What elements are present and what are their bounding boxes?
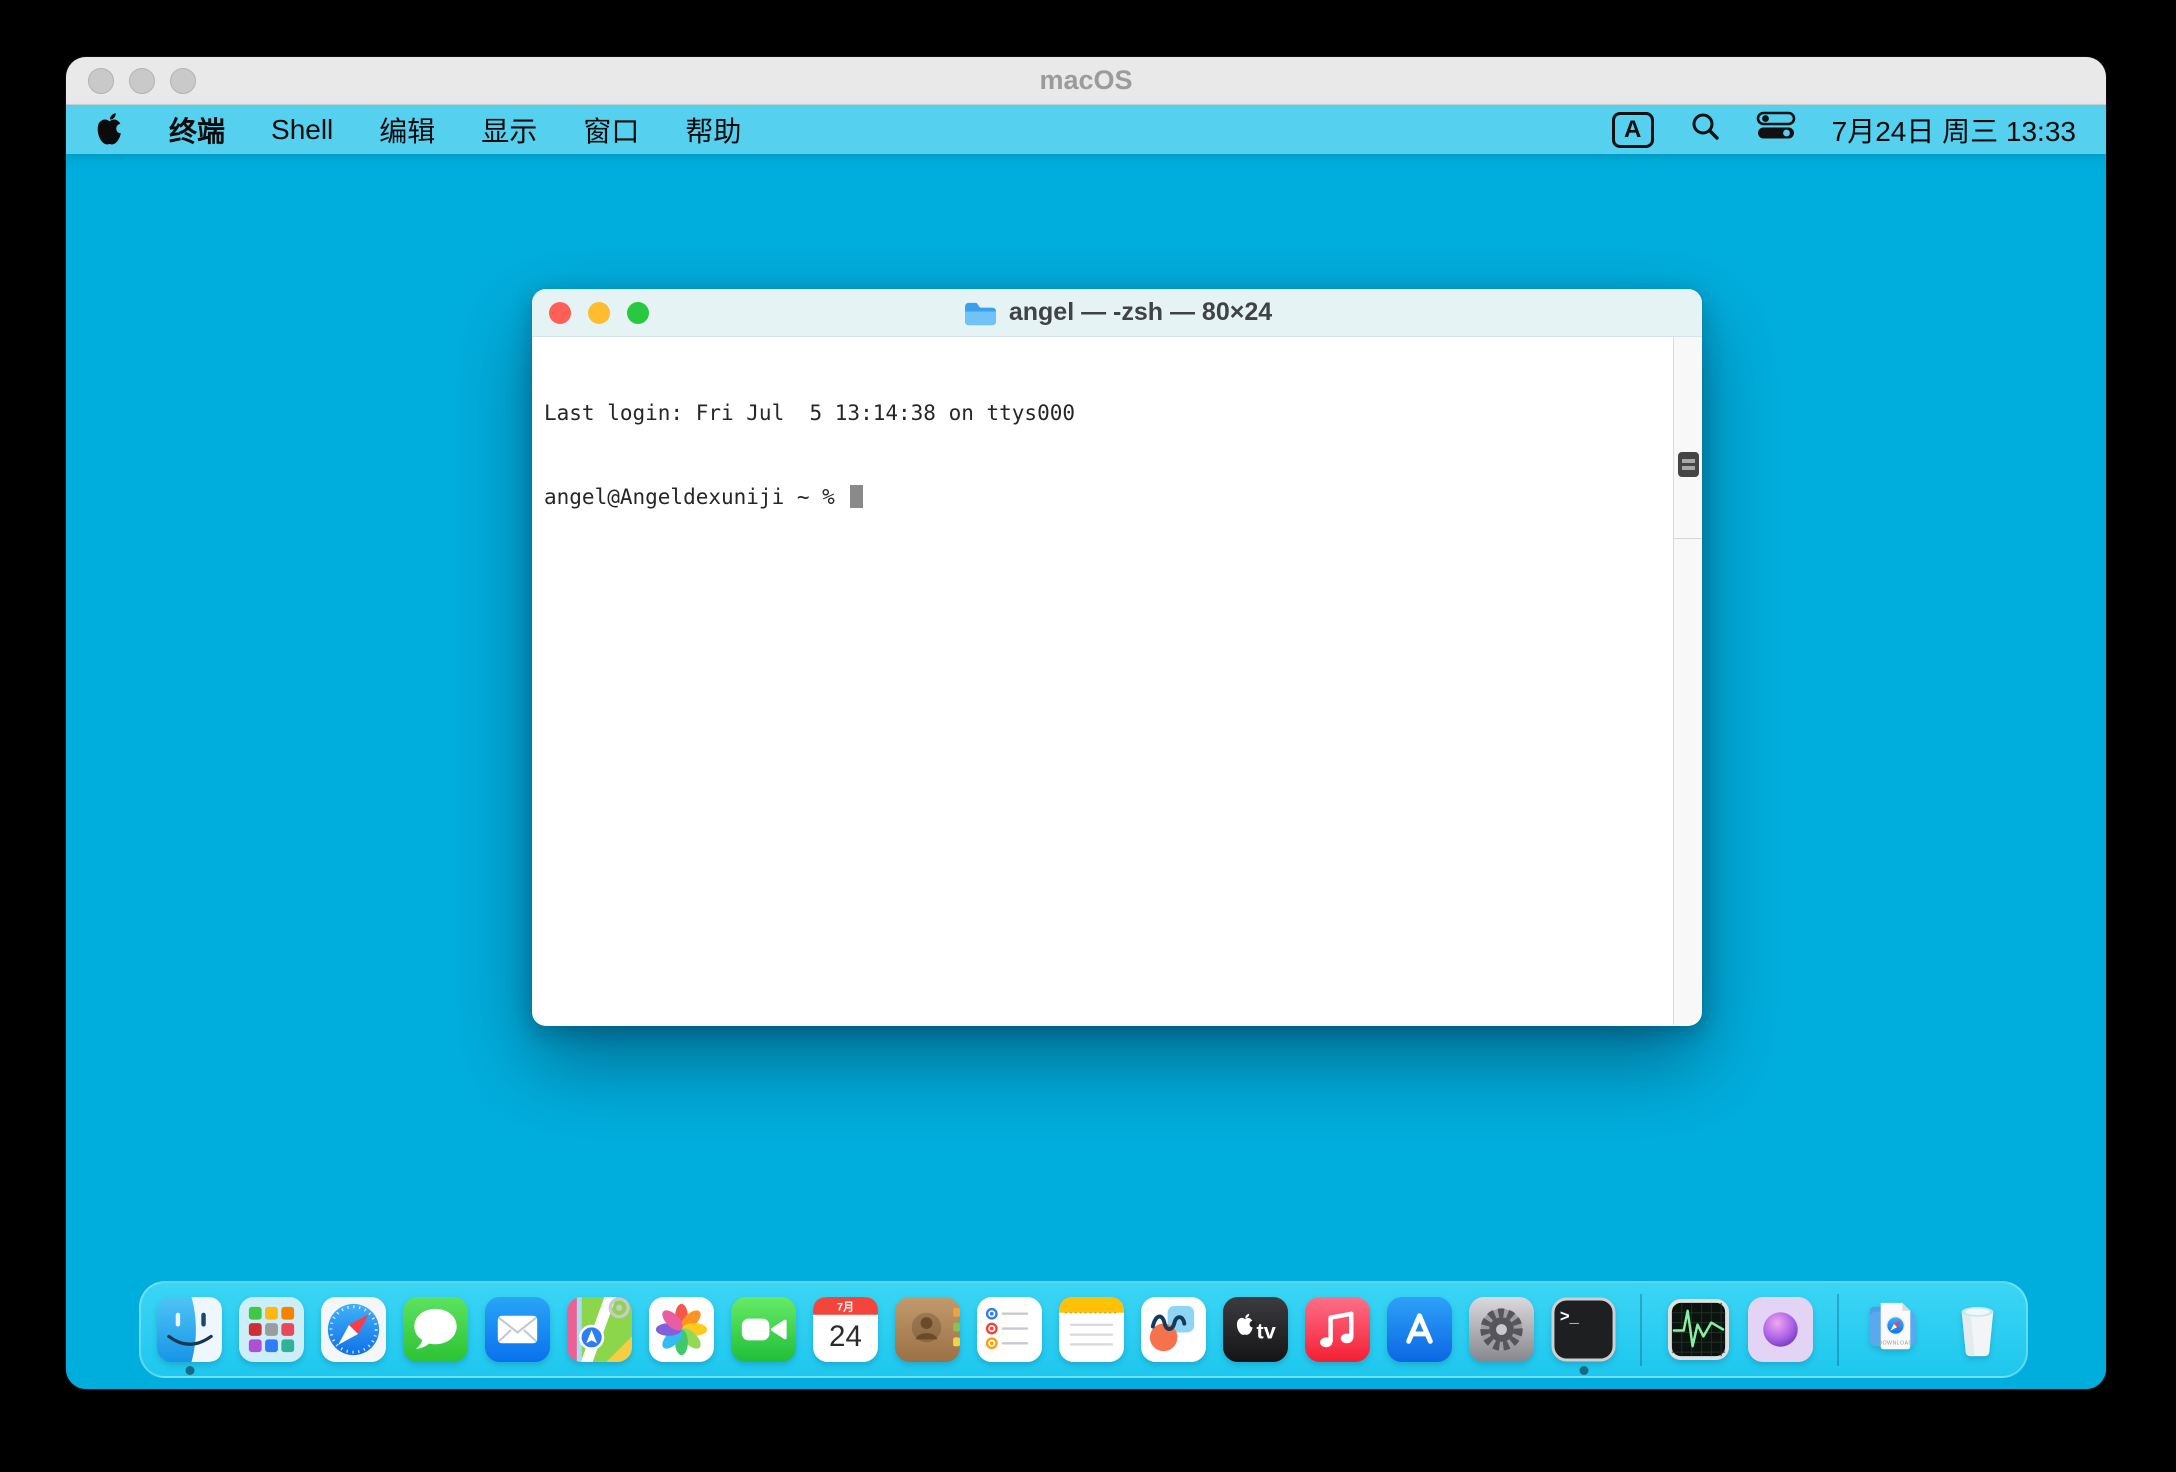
vm-window: macOS 终端 Shell 编辑 显示 窗口 帮助 A xyxy=(66,57,2106,1389)
dock-icon-photos[interactable] xyxy=(649,1297,714,1362)
vm-close-button[interactable] xyxy=(88,68,114,94)
downloads-label: DOWNLOAD xyxy=(1878,1341,1912,1347)
menubar-clock[interactable]: 7月24日 周三 13:33 xyxy=(1832,110,2076,150)
terminal-close-button[interactable] xyxy=(549,302,571,324)
dock-icon-contacts[interactable] xyxy=(895,1297,960,1362)
vm-zoom-button[interactable] xyxy=(170,68,196,94)
finder-running-indicator xyxy=(185,1366,194,1375)
dock-icon-activity-monitor[interactable] xyxy=(1666,1297,1731,1362)
vm-window-controls xyxy=(88,57,196,104)
terminal-window: angel — -zsh — 80×24 Last login: Fri Jul… xyxy=(532,289,1702,1026)
menubar-item-shell[interactable]: Shell xyxy=(271,114,333,146)
menubar-item-help[interactable]: 帮助 xyxy=(685,110,741,150)
dock-icon-launchpad[interactable] xyxy=(239,1297,304,1362)
dock-icon-facetime[interactable] xyxy=(731,1297,796,1362)
apple-menu[interactable] xyxy=(96,113,123,146)
screen: macOS 终端 Shell 编辑 显示 窗口 帮助 A xyxy=(0,0,2176,1472)
terminal-scrollbar[interactable] xyxy=(1673,337,1702,1025)
vm-minimize-button[interactable] xyxy=(129,68,155,94)
terminal-zoom-button[interactable] xyxy=(627,302,649,324)
dock-icon-system-settings[interactable] xyxy=(1469,1297,1534,1362)
input-source-icon[interactable]: A xyxy=(1612,112,1654,148)
terminal-cursor xyxy=(850,485,863,508)
terminal-output-line: Last login: Fri Jul 5 13:14:38 on ttys00… xyxy=(544,399,1662,427)
terminal-body[interactable]: Last login: Fri Jul 5 13:14:38 on ttys00… xyxy=(532,337,1702,1025)
control-center-icon[interactable] xyxy=(1756,111,1796,148)
terminal-window-controls xyxy=(549,289,649,336)
dock-icon-music[interactable] xyxy=(1305,1297,1370,1362)
dock-icon-calendar[interactable]: 7月 24 xyxy=(813,1297,878,1362)
apple-logo-icon xyxy=(96,113,123,146)
terminal-prompt-line: angel@Angeldexuniji ~ % xyxy=(544,483,1662,511)
desktop[interactable]: angel — -zsh — 80×24 Last login: Fri Jul… xyxy=(66,154,2106,1389)
dock-icon-trash[interactable] xyxy=(1945,1297,2010,1362)
menubar-item-edit[interactable]: 编辑 xyxy=(379,110,435,150)
terminal-minimize-button[interactable] xyxy=(588,302,610,324)
calendar-day-label: 24 xyxy=(829,1320,862,1353)
dock-icon-mail[interactable] xyxy=(485,1297,550,1362)
dock-icon-app-store[interactable] xyxy=(1387,1297,1452,1362)
vm-window-title: macOS xyxy=(1039,65,1132,96)
terminal-prompt-text: angel@Angeldexuniji ~ % xyxy=(544,485,847,509)
dock-icon-reminders[interactable] xyxy=(977,1297,1042,1362)
terminal-titlebar[interactable]: angel — -zsh — 80×24 xyxy=(532,289,1702,337)
menubar-item-terminal[interactable]: 终端 xyxy=(169,110,225,150)
dock-icon-apple-tv[interactable]: tv xyxy=(1223,1297,1288,1362)
folder-icon xyxy=(962,298,999,327)
svg-text:tv: tv xyxy=(1256,1318,1275,1343)
svg-text:>_: >_ xyxy=(1560,1307,1580,1326)
dock-separator xyxy=(1640,1294,1642,1366)
spotlight-search-icon[interactable] xyxy=(1690,111,1720,148)
menubar-item-view[interactable]: 显示 xyxy=(481,110,537,150)
dock-separator xyxy=(1837,1294,1839,1366)
dock-icon-downloads[interactable]: DOWNLOAD xyxy=(1863,1297,1928,1362)
dock-icon-finder[interactable] xyxy=(157,1297,222,1362)
vm-titlebar: macOS xyxy=(66,57,2106,105)
dock-icon-terminal[interactable]: >_ xyxy=(1551,1297,1616,1362)
calendar-month-label: 7月 xyxy=(837,1300,854,1313)
dock-icon-freeform[interactable] xyxy=(1141,1297,1206,1362)
dock: 7月 24 xyxy=(139,1281,2028,1378)
terminal-running-indicator xyxy=(1579,1366,1588,1375)
dock-icon-messages[interactable] xyxy=(403,1297,468,1362)
dock-icon-siri[interactable] xyxy=(1748,1297,1813,1362)
menubar-item-window[interactable]: 窗口 xyxy=(583,110,639,150)
terminal-marks-icon[interactable] xyxy=(1678,452,1699,477)
menubar: 终端 Shell 编辑 显示 窗口 帮助 A xyxy=(66,105,2106,154)
dock-icon-notes[interactable] xyxy=(1059,1297,1124,1362)
terminal-window-title: angel — -zsh — 80×24 xyxy=(1009,298,1272,327)
dock-icon-safari[interactable] xyxy=(321,1297,386,1362)
dock-icon-maps[interactable] xyxy=(567,1297,632,1362)
